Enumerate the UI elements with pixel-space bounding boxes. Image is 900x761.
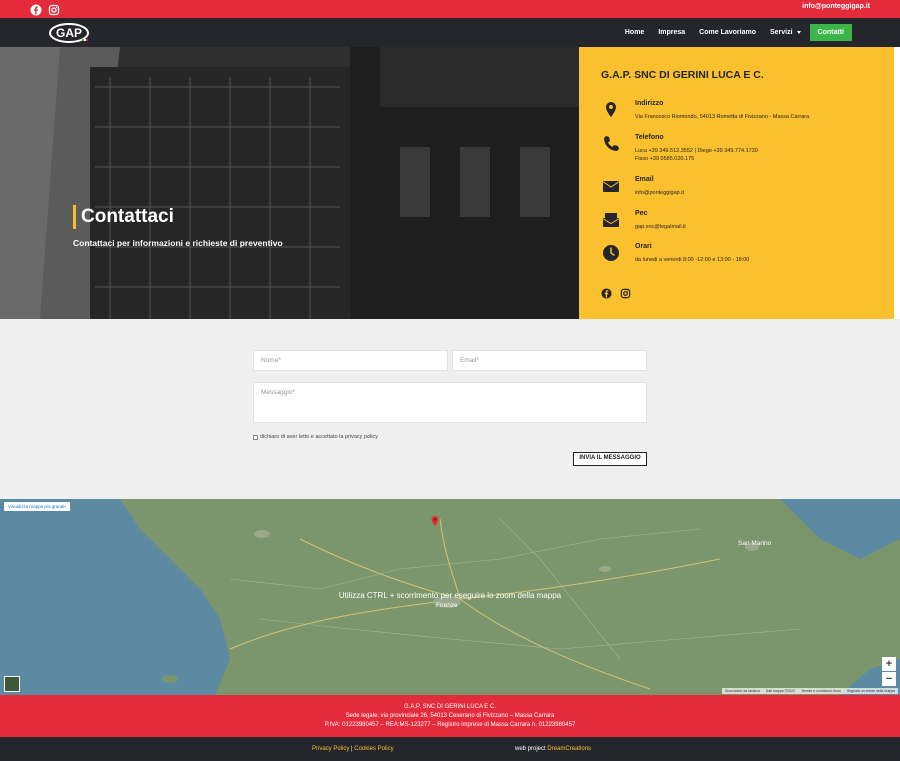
nav-item-home[interactable]: Home [618,24,651,41]
main-nav: GAP Home Impresa Come Lavoriamo Servizi … [0,18,900,47]
nav-contatti-button[interactable]: Contatti [809,24,852,41]
email-label: Email [635,176,654,183]
nav-item-servizi-label: Servizi [769,29,793,36]
top-social [30,3,60,16]
nav-item-servizi[interactable]: Servizi [763,24,808,41]
logo[interactable]: GAP [48,22,90,44]
pec-label: Pec [635,210,648,217]
footer-policy-links: Privacy Policy | Cookies Policy [312,746,394,752]
nav-item-impresa[interactable]: Impresa [651,24,692,41]
svg-text:GAP: GAP [56,26,82,40]
map-pin-icon[interactable] [431,516,439,526]
terms-link[interactable]: Termini e condizioni d'uso [801,689,841,693]
facebook-icon[interactable] [30,3,42,16]
cookies-policy-link[interactable]: Cookies Policy [354,746,393,752]
map-data-credit: Dati mappa ©2022 [765,689,795,693]
hours-value: da lunedi a venerdi 8:00 -12:00 e 13:00 … [635,257,750,263]
map-attribution: Scorciatoie da tastiera Dati mappa ©2022… [722,688,898,694]
hours-label: Orari [635,243,652,250]
name-field[interactable]: Nome* [253,350,448,371]
facebook-icon[interactable] [601,286,612,299]
privacy-consent: dichiaro di aver letto e accettato la pr… [253,434,378,440]
nav-item-come-lavoriamo[interactable]: Come Lavoriamo [692,24,763,41]
agency-link[interactable]: DreamCreations [547,746,591,752]
footer-company-info: G.A.P. SNC DI GERINI LUCA E C. Sede lega… [0,695,900,737]
map-satellite-toggle[interactable] [4,676,20,692]
footer-vat: P.IVA: 01223980457 – REA:MS-123277 – Reg… [324,722,576,728]
pec-value[interactable]: gap.snc@legalmail.it [635,223,686,231]
email-value[interactable]: info@ponteggigap.it [635,189,684,197]
footer-address: Sede legale: via provinciale 26, 54013 C… [345,713,555,719]
privacy-checkbox[interactable] [253,434,258,440]
phone-value-mobile[interactable]: Luca +39 349.512.3552 | Diego +39 349.77… [635,147,758,155]
svg-text:San Marino: San Marino [738,540,772,547]
footer-company-name: G.A.P. SNC DI GERINI LUCA E C. [404,704,496,710]
panel-social [601,286,631,299]
instagram-icon[interactable] [48,3,60,16]
privacy-label: dichiaro di aver letto e accettato la pr… [260,434,379,440]
main-menu: Home Impresa Come Lavoriamo Servizi Cont… [618,24,852,41]
address-label: Indirizzo [635,100,664,107]
clock-icon [601,243,621,263]
map-zoom-in-button[interactable]: + [882,657,896,671]
phone-icon [601,134,621,154]
email-field[interactable]: Email* [452,350,647,371]
report-error-link[interactable]: Segnala un errore nella mappa [847,689,895,693]
hero-background-image [0,47,579,319]
web-project-label: web project [515,746,546,752]
envelope-icon [601,176,621,196]
phone-value-landline[interactable]: Fisso +39 0585.020.175 [635,155,694,163]
instagram-icon[interactable] [620,286,631,299]
footer-credits: web project DreamCreations [515,746,591,752]
hero-banner: Contattaci Contattaci per informazioni e… [0,47,579,319]
phone-label: Telefono [635,134,664,141]
chevron-down-icon [796,30,801,34]
top-email-link[interactable]: info@ponteggigap.it [802,3,870,10]
contact-form-section: Nome* Email* Messaggio* dichiaro di aver… [0,319,900,499]
footer-separator: | [351,746,353,752]
address-value: Via Francesco Riomondo, 54013 Rometta di… [635,114,810,120]
contact-panel: G.A.P. SNC DI GERINI LUCA E C. Indirizzo… [579,47,894,319]
mail-bulk-icon [601,210,621,230]
company-name: G.A.P. SNC DI GERINI LUCA E C. [601,69,764,81]
message-field[interactable]: Messaggio* [253,382,647,423]
hero-subtitle: Contattaci per informazioni e richieste … [73,238,283,248]
top-bar: info@ponteggigap.it [0,0,900,18]
map-zoom-out-button[interactable]: − [882,672,896,686]
page-title: Contattaci [81,206,174,227]
privacy-policy-link[interactable]: Privacy Policy [312,746,349,752]
map-zoom-hint: Utilizza CTRL + scorrimento per eseguire… [338,591,562,600]
embedded-map[interactable]: Firenze San Marino Visualizza mappa più … [0,499,900,695]
hero-accent-bar [73,205,76,229]
view-larger-map-link[interactable]: Visualizza mappa più grande [4,502,70,511]
keyboard-shortcuts-link[interactable]: Scorciatoie da tastiera [725,689,760,693]
map-pin-icon [601,100,621,120]
submit-button[interactable]: INVIA IL MESSAGGIO [573,452,647,466]
svg-text:Firenze: Firenze [436,602,458,609]
footer-bottom-bar: Privacy Policy | Cookies Policy web proj… [0,737,900,761]
